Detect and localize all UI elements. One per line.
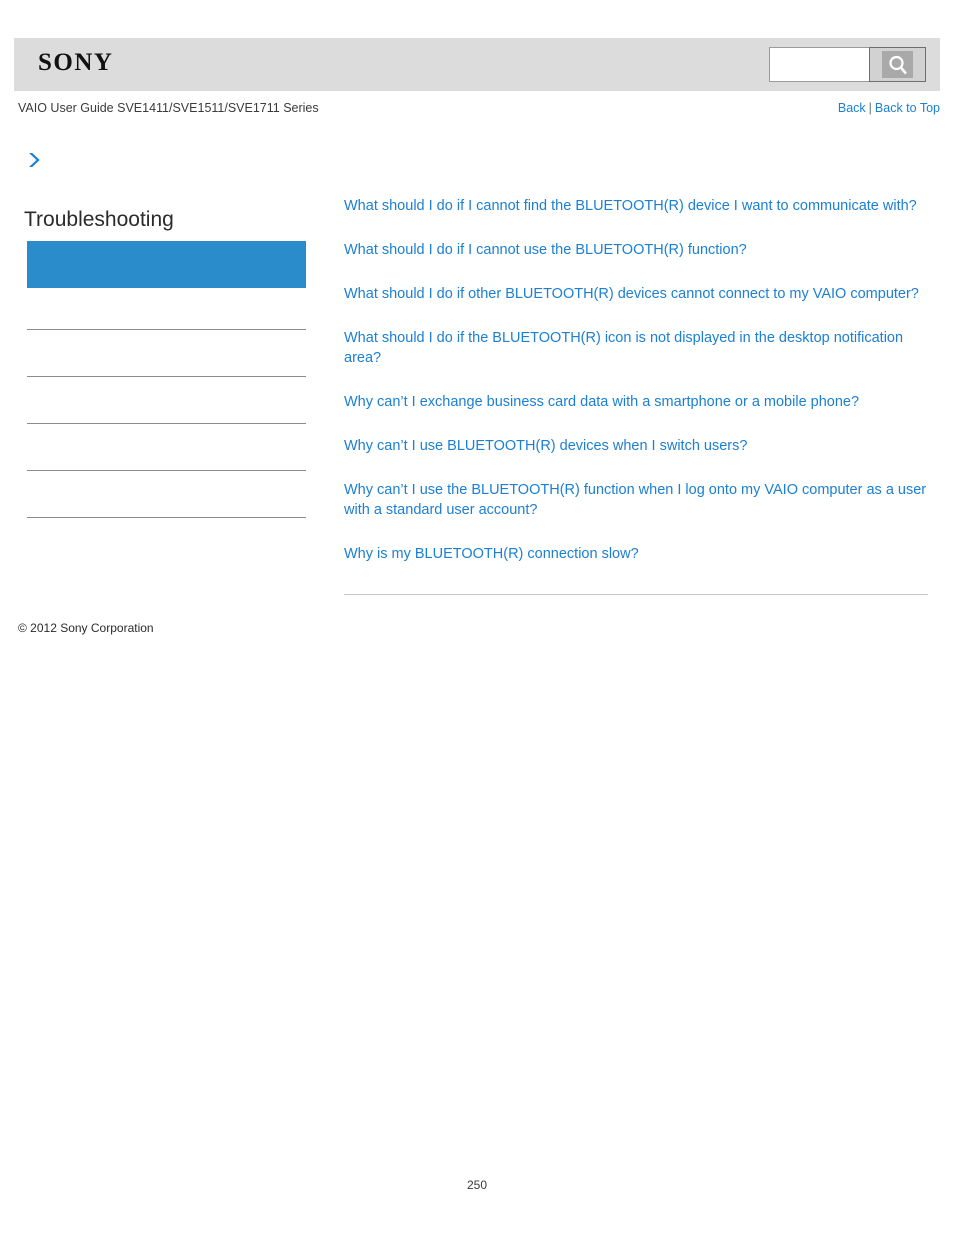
search-button[interactable] [869,47,926,82]
subheader: VAIO User Guide SVE1411/SVE1511/SVE1711 … [0,101,954,123]
copyright-notice: © 2012 Sony Corporation [18,621,154,635]
sidebar-nav-list [0,241,306,519]
content-divider [344,594,928,595]
sidebar-item-3[interactable] [27,377,306,425]
faq-link-list: What should I do if I cannot find the BL… [344,196,928,603]
back-to-top-link[interactable]: Back to Top [875,101,940,115]
sidebar-item-2[interactable] [27,330,306,378]
page-number: 250 [466,1178,488,1192]
sidebar-item-5[interactable] [27,471,306,519]
faq-link[interactable]: What should I do if other BLUETOOTH(R) d… [344,284,928,304]
faq-link[interactable]: Why can’t I use BLUETOOTH(R) devices whe… [344,436,928,456]
faq-link[interactable]: Why is my BLUETOOTH(R) connection slow? [344,544,928,564]
chevron-right-icon[interactable] [24,150,44,170]
faq-link[interactable]: What should I do if the BLUETOOTH(R) ico… [344,328,928,368]
search-area [769,47,926,82]
faq-link[interactable]: What should I do if I cannot use the BLU… [344,240,928,260]
nav-separator: | [868,101,872,115]
faq-link[interactable]: What should I do if I cannot find the BL… [344,196,928,216]
faq-link[interactable]: Why can’t I use the BLUETOOTH(R) functio… [344,480,928,520]
sidebar-item-1[interactable] [27,288,306,331]
sidebar-item-4[interactable] [27,424,306,472]
section-title: Troubleshooting [24,208,174,231]
search-input[interactable] [769,47,869,82]
sidebar: Troubleshooting © 2012 Sony Corporation [0,150,330,635]
sony-logo: SONY [38,49,114,76]
header-nav: Back | Back to Top [838,101,940,115]
page-title: VAIO User Guide SVE1411/SVE1511/SVE1711 … [18,101,319,115]
faq-link[interactable]: Why can’t I exchange business card data … [344,392,928,412]
search-icon [882,51,913,78]
header-band: SONY [14,38,940,91]
sidebar-item-selected[interactable] [27,241,306,289]
back-link[interactable]: Back [838,101,866,115]
